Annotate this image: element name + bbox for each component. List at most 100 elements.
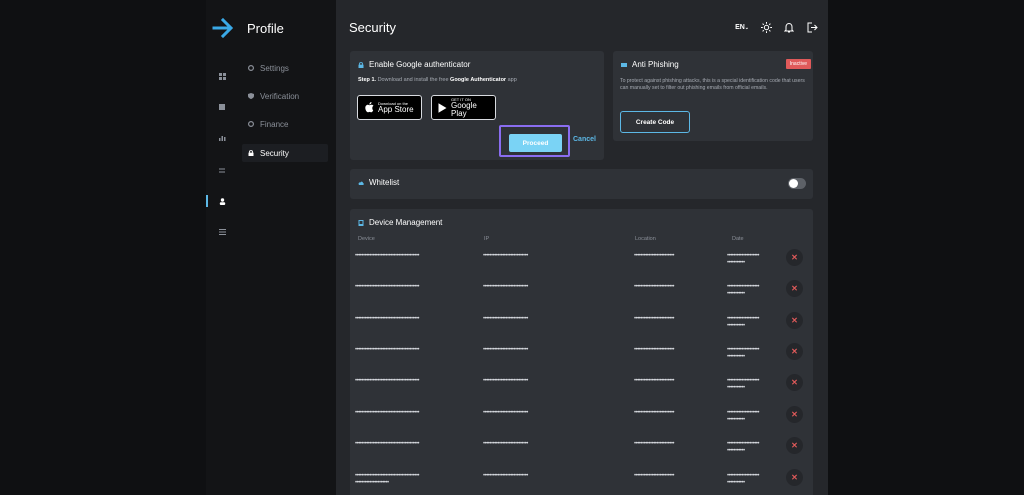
nav-item-settings[interactable]: Settings [242, 59, 328, 77]
column-header-location: Location [635, 236, 656, 242]
location-cell: ••••••••••••••••••••••••• [634, 441, 675, 447]
step-app-name: Google Authenticator [450, 77, 507, 83]
icon-rail [206, 0, 238, 495]
app-window: Profile Settings Verification Finance Se… [206, 0, 828, 495]
table-row: ••••••••••••••••••••••••••••••••••••••••… [350, 406, 812, 437]
bell-icon[interactable] [783, 21, 795, 33]
app-store-text: Download on the App Store [378, 101, 414, 114]
whitelist-title: Whitelist [358, 178, 399, 187]
column-header-device: Device [358, 236, 375, 242]
delete-device-button[interactable]: ✕ [786, 437, 803, 454]
delete-device-button[interactable]: ✕ [786, 406, 803, 423]
chevron-down-icon: ⌄ [744, 24, 749, 31]
nav-item-label: Settings [260, 63, 289, 73]
nav-item-verification[interactable]: Verification [242, 87, 328, 105]
proceed-button[interactable]: Proceed [509, 134, 562, 152]
time-cell: ••••••••••• [727, 448, 745, 454]
ip-cell: •••••••••••••••••••••••••••• [483, 473, 528, 479]
device-cell: •••••••••••••••••••••••••••••••••••••••• [355, 441, 420, 447]
nav-item-label: Security [260, 148, 289, 158]
nav-item-finance[interactable]: Finance [242, 115, 328, 133]
chart-icon[interactable] [217, 133, 227, 143]
theme-sun-icon[interactable] [760, 21, 772, 33]
step-text-a: Download and install the free [376, 77, 451, 83]
location-cell: ••••••••••••••••••••••••• [634, 253, 675, 259]
date-cell: •••••••••••••••••••• [727, 253, 760, 259]
ip-cell: •••••••••••••••••••••••••••• [483, 284, 528, 290]
anti-phishing-card: Anti Phishing Inactive To protect agains… [613, 51, 813, 141]
device-icon [358, 219, 364, 226]
column-header-ip: IP [484, 236, 490, 242]
rail-active-indicator [206, 195, 208, 207]
create-code-button[interactable]: Create Code [620, 111, 690, 133]
device-cell: •••••••••••••••••••••••••••••••••••••••• [355, 410, 420, 416]
device-cell: •••••••••••••••••••••••••••••••••••••••• [355, 316, 420, 322]
device-cell: •••••••••••••••••••••••••••••••••••••••• [355, 473, 420, 479]
device-cell: •••••••••••••••••••••••••••••••••••••••• [355, 253, 420, 259]
table-row: ••••••••••••••••••••••••••••••••••••••••… [350, 312, 812, 343]
apple-icon [364, 102, 374, 114]
location-cell: ••••••••••••••••••••••••• [634, 284, 675, 290]
device-management-card: Device Management Device IP Location Dat… [350, 209, 813, 495]
dashboard-icon[interactable] [217, 71, 227, 81]
shield-icon [248, 93, 254, 99]
whitelist-card: Whitelist [350, 169, 813, 199]
cloud-icon [358, 181, 364, 185]
table-row: ••••••••••••••••••••••••••••••••••••••••… [350, 469, 812, 495]
delete-device-button[interactable]: ✕ [786, 280, 803, 297]
table-row: ••••••••••••••••••••••••••••••••••••••••… [350, 249, 812, 280]
date-cell: •••••••••••••••••••• [727, 284, 760, 290]
user-icon[interactable] [217, 196, 227, 206]
google-play-button[interactable]: GET IT ON Google Play [431, 95, 496, 120]
device-management-title-text: Device Management [369, 218, 443, 227]
time-cell: ••••••••••• [727, 480, 745, 486]
proceed-highlight: Proceed [499, 125, 570, 157]
device-cell-continued: ••••••••••••••••••••• [355, 480, 389, 486]
whitelist-toggle[interactable] [788, 178, 806, 189]
exchange-icon[interactable] [217, 165, 227, 175]
location-cell: ••••••••••••••••••••••••• [634, 347, 675, 353]
device-management-title: Device Management [358, 218, 442, 227]
time-cell: ••••••••••• [727, 260, 745, 266]
ip-cell: •••••••••••••••••••••••••••• [483, 441, 528, 447]
logout-icon[interactable] [806, 21, 818, 33]
date-cell: •••••••••••••••••••• [727, 410, 760, 416]
google-play-text: GET IT ON Google Play [451, 97, 489, 118]
delete-device-button[interactable]: ✕ [786, 374, 803, 391]
delete-device-button[interactable]: ✕ [786, 469, 803, 486]
anti-phishing-description: To protect against phishing attacks, thi… [620, 78, 805, 91]
date-cell: •••••••••••••••••••• [727, 473, 760, 479]
anti-phishing-title-text: Anti Phishing [632, 60, 679, 69]
google-auth-card: Enable Google authenticator Step 1. Down… [350, 51, 604, 160]
lock-icon [358, 61, 364, 68]
location-cell: ••••••••••••••••••••••••• [634, 316, 675, 322]
toggle-knob [789, 179, 798, 188]
device-cell: •••••••••••••••••••••••••••••••••••••••• [355, 284, 420, 290]
app-store-button[interactable]: Download on the App Store [357, 95, 422, 120]
delete-device-button[interactable]: ✕ [786, 312, 803, 329]
time-cell: ••••••••••• [727, 417, 745, 423]
time-cell: ••••••••••• [727, 385, 745, 391]
nav-item-label: Finance [260, 119, 289, 129]
location-cell: ••••••••••••••••••••••••• [634, 378, 675, 384]
google-auth-title: Enable Google authenticator [358, 60, 470, 69]
profile-nav: Profile Settings Verification Finance Se… [238, 0, 336, 495]
language-selector[interactable]: EN⌄ [735, 24, 749, 31]
cancel-button[interactable]: Cancel [573, 136, 596, 143]
wallet-icon[interactable] [217, 102, 227, 112]
nav-item-security[interactable]: Security [242, 144, 328, 162]
status-badge: Inactive [785, 59, 811, 69]
date-cell: •••••••••••••••••••• [727, 347, 760, 353]
time-cell: ••••••••••• [727, 323, 745, 329]
ip-cell: •••••••••••••••••••••••••••• [483, 410, 528, 416]
app-store-big: App Store [378, 104, 414, 114]
delete-device-button[interactable]: ✕ [786, 249, 803, 266]
column-header-date: Date [732, 236, 744, 242]
location-cell: ••••••••••••••••••••••••• [634, 473, 675, 479]
time-cell: ••••••••••• [727, 354, 745, 360]
list-icon[interactable] [217, 227, 227, 237]
delete-device-button[interactable]: ✕ [786, 343, 803, 360]
date-cell: •••••••••••••••••••• [727, 316, 760, 322]
logo-arrow-icon[interactable] [212, 17, 234, 39]
anti-phishing-title: Anti Phishing [621, 60, 679, 69]
